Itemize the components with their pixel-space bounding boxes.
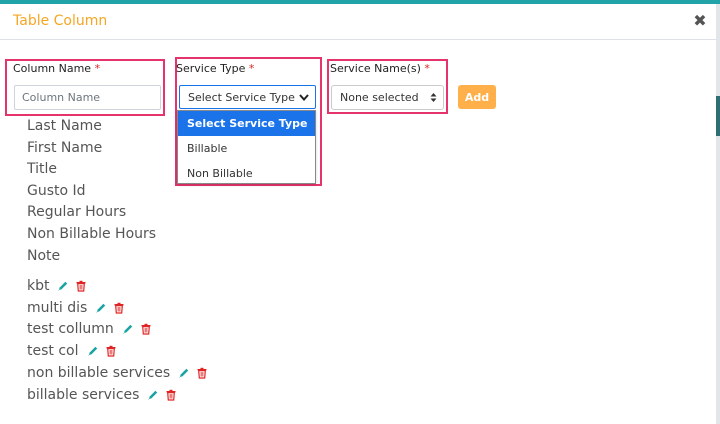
pencil-icon[interactable] (122, 323, 134, 335)
list-item: First Name (27, 139, 103, 156)
trash-icon[interactable] (105, 345, 117, 357)
standard-columns-list: Last Name First Name Title Gusto Id Regu… (27, 116, 156, 267)
pencil-icon[interactable] (178, 367, 190, 379)
list-item: test col (27, 340, 208, 362)
option-select-service-type[interactable]: Select Service Type (178, 111, 315, 136)
list-item: billable services (27, 384, 208, 406)
service-names-select[interactable]: None selected (331, 85, 444, 110)
list-item: non billable services (27, 362, 208, 384)
column-name-input[interactable] (14, 85, 161, 110)
option-billable[interactable]: Billable (178, 136, 315, 161)
column-name-label: Column Name * (13, 62, 101, 75)
custom-columns-list: kbt multi dis test collumn test col non … (27, 275, 208, 406)
modal-title: Table Column (13, 13, 108, 29)
service-type-dropdown: Select Service Type Billable Non Billabl… (177, 110, 316, 184)
custom-column-name: kbt (27, 277, 50, 294)
trash-icon[interactable] (140, 323, 152, 336)
custom-column-name: billable services (27, 386, 140, 403)
list-item: Non Billable Hours (27, 225, 157, 242)
add-button[interactable]: Add (458, 85, 496, 109)
custom-column-name: test collumn (27, 321, 114, 338)
chevron-down-icon (299, 91, 309, 104)
trash-icon[interactable] (165, 389, 177, 401)
list-item: Title (27, 161, 58, 178)
sort-arrows-icon (430, 92, 437, 103)
close-icon[interactable]: ✖ (692, 12, 708, 30)
list-item: Note (27, 247, 61, 264)
background-edge (716, 4, 720, 424)
list-item: Regular Hours (27, 204, 127, 221)
list-item: Last Name (27, 118, 102, 134)
service-type-selected: Select Service Type (188, 90, 295, 104)
pencil-icon[interactable] (147, 389, 159, 401)
trash-icon[interactable] (113, 302, 125, 314)
pencil-icon[interactable] (57, 280, 69, 292)
modal-header: Table Column ✖ (0, 4, 716, 40)
trash-icon[interactable] (196, 367, 208, 379)
pencil-icon[interactable] (95, 302, 107, 314)
list-item: multi dis (27, 297, 208, 319)
list-item: kbt (27, 275, 208, 297)
service-names-label: Service Name(s) * (330, 62, 430, 75)
list-item: test collumn (27, 319, 208, 341)
custom-column-name: non billable services (27, 365, 171, 382)
service-type-select[interactable]: Select Service Type (179, 85, 316, 109)
option-non-billable[interactable]: Non Billable (178, 161, 315, 186)
list-item: Gusto Id (27, 182, 86, 199)
service-names-selected: None selected (340, 91, 419, 104)
background-edge-mark (716, 96, 720, 136)
pencil-icon[interactable] (87, 345, 99, 357)
custom-column-name: test col (27, 343, 79, 360)
custom-column-name: multi dis (27, 299, 88, 316)
service-type-label: Service Type * (176, 62, 255, 75)
trash-icon[interactable] (75, 280, 87, 292)
